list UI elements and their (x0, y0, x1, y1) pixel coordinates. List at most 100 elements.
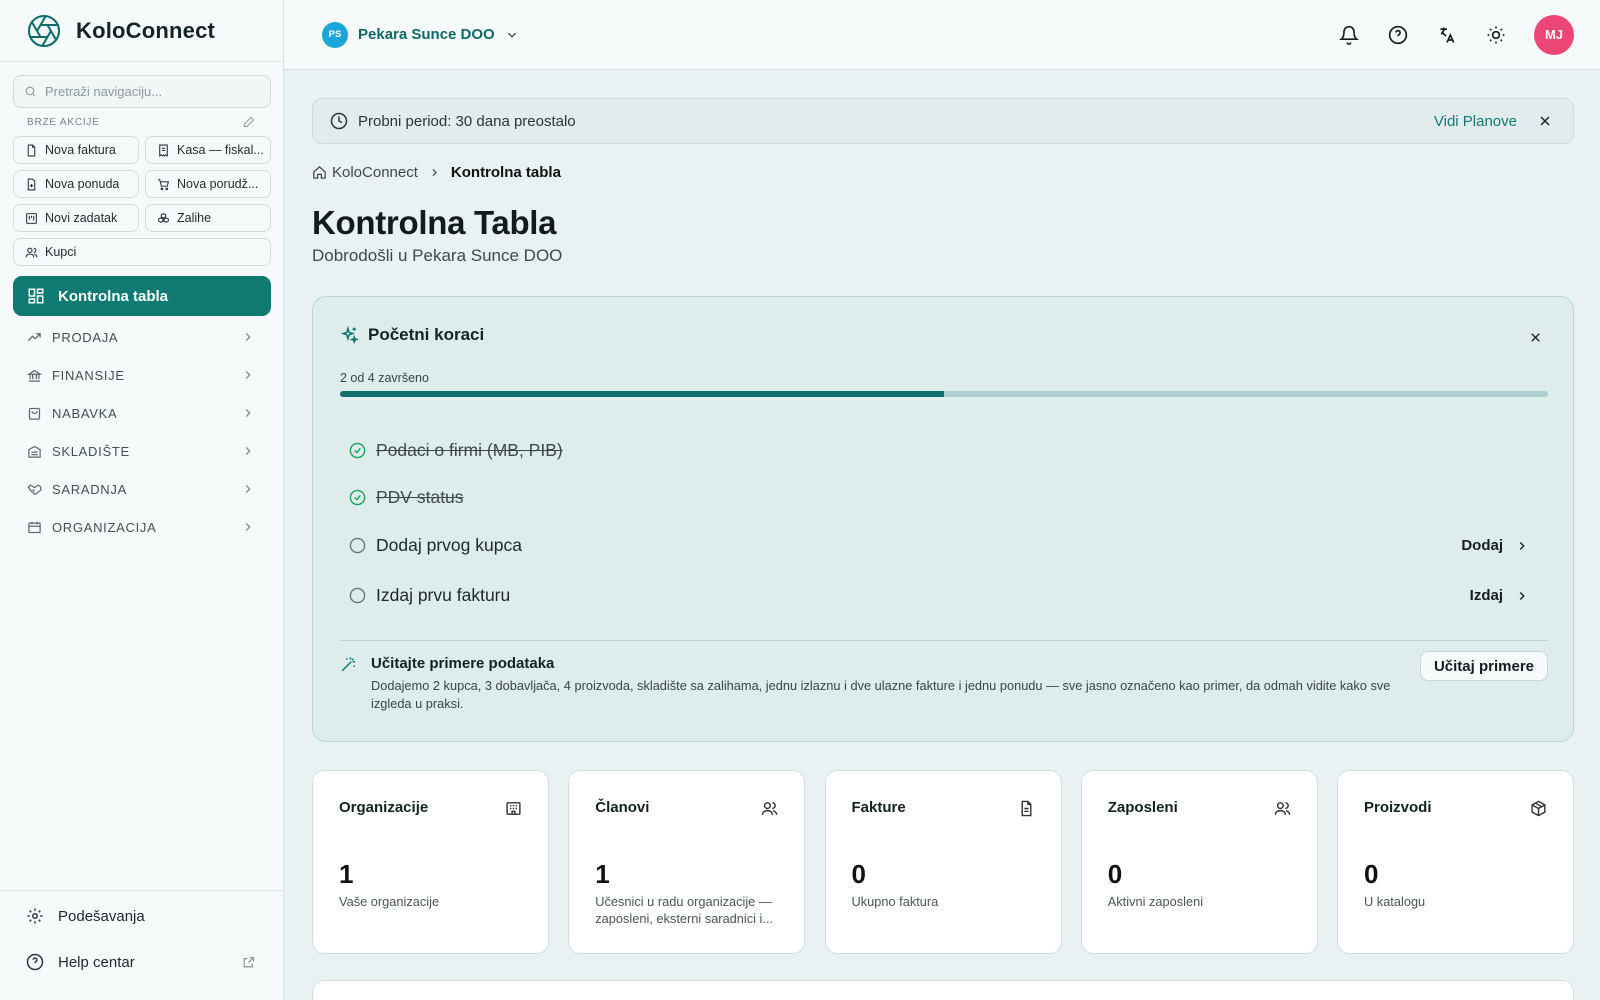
progress-label: 2 od 4 završeno (340, 371, 429, 385)
quick-action-label: Nova faktura (45, 143, 116, 157)
circle-icon (349, 537, 366, 554)
nav-item-dashboard[interactable]: Kontrolna tabla (13, 276, 271, 316)
step-company-data: Podaci o firmi (MB, PIB) (349, 440, 1529, 461)
aperture-logo-icon (27, 14, 61, 47)
quick-action-label: Zalihe (177, 211, 212, 225)
step-add-customer: Dodaj prvog kupca Dodaj (349, 535, 1529, 556)
step-action-label: Izdaj (1469, 587, 1503, 604)
brand[interactable]: KoloConnect (0, 0, 283, 62)
sparkles-icon (340, 325, 359, 344)
users-icon (25, 247, 38, 257)
check-circle-icon (349, 442, 366, 459)
close-icon[interactable] (1528, 330, 1543, 345)
nav-item-skladiste[interactable]: SKLADIŠTE (13, 432, 271, 470)
clock-icon (330, 112, 348, 130)
quick-action-label: Nova ponuda (45, 177, 120, 191)
nav-item-label: SARADNJA (52, 481, 127, 497)
nav-search-input[interactable] (45, 84, 255, 99)
quick-action-new-task[interactable]: Novi zadatak (13, 204, 139, 232)
nav-item-nabavka[interactable]: NABAVKA (13, 394, 271, 432)
chevron-right-icon (245, 371, 251, 379)
handshake-icon (27, 483, 42, 495)
stat-value: 1 (595, 859, 610, 889)
package-icon (1531, 800, 1546, 817)
nav-item-label: ORGANIZACIJA (52, 519, 157, 535)
nav-item-prodaja[interactable]: PRODAJA (13, 318, 271, 356)
breadcrumb: KoloConnect Kontrolna tabla (312, 164, 561, 181)
quick-action-label: Nova porudž... (177, 177, 259, 191)
topbar: PS Pekara Sunce DOO MJ (284, 0, 1600, 70)
help-center-link[interactable]: Help centar (0, 941, 283, 983)
shopping-bag-icon (28, 407, 41, 420)
stat-subtitle: Vaše organizacije (339, 894, 440, 909)
stat-subtitle: U katalogu (1364, 894, 1426, 909)
settings-link[interactable]: Podešavanja (0, 895, 283, 937)
org-name: Pekara Sunce DOO (358, 26, 495, 43)
quick-action-customers[interactable]: Kupci (13, 238, 271, 266)
nav-item-finansije[interactable]: FINANSIJE (13, 356, 271, 394)
quick-actions: Nova faktura Kasa — fiskal... Nova ponud… (13, 136, 271, 266)
quick-action-label: Novi zadatak (45, 211, 118, 225)
pencil-icon[interactable] (243, 116, 255, 128)
chevron-down-icon (507, 32, 516, 38)
stat-title: Proizvodi (1364, 799, 1432, 816)
top-actions: MJ (1310, 14, 1574, 55)
users-icon (761, 802, 778, 815)
stat-card-invoices[interactable]: Fakture 0 Ukupno faktura (824, 770, 1062, 954)
quick-action-pos[interactable]: Kasa — fiskal... (145, 136, 271, 164)
stat-title: Zaposleni (1107, 799, 1178, 816)
step-action-label: Dodaj (1461, 537, 1503, 554)
stat-title: Organizacije (339, 799, 429, 816)
issue-invoice-action[interactable]: Izdaj (1470, 587, 1529, 604)
file-text-icon (1021, 800, 1031, 817)
bell-icon[interactable] (1339, 25, 1359, 45)
nav-search[interactable] (13, 75, 271, 108)
quick-action-new-quote[interactable]: Nova ponuda (13, 170, 139, 198)
stat-card-members[interactable]: Članovi 1 Učesnici u radu organizacije —… (568, 770, 806, 954)
page-title: Kontrolna Tabla (312, 204, 557, 241)
help-center-label: Help centar (58, 953, 135, 971)
quick-action-inventory[interactable]: Zalihe (145, 204, 271, 232)
sun-icon[interactable] (1486, 25, 1506, 45)
stat-value: 1 (339, 859, 354, 889)
step-label: Podaci o firmi (MB, PIB) (376, 440, 563, 460)
step-label: Dodaj prvog kupca (376, 535, 522, 555)
nav-item-label: NABAVKA (52, 405, 118, 421)
step-label: Izdaj prvu fakturu (376, 585, 511, 605)
stat-card-products[interactable]: Proizvodi 0 U katalogu (1337, 770, 1574, 954)
trial-banner: Probni period: 30 dana preostalo Vidi Pl… (312, 98, 1574, 144)
add-customer-action[interactable]: Dodaj (1461, 537, 1529, 554)
kanban-icon (26, 212, 37, 224)
close-icon[interactable] (1537, 113, 1553, 129)
stat-value: 0 (1107, 859, 1123, 889)
gear-icon (27, 908, 43, 924)
view-plans-link[interactable]: Vidi Planove (1434, 113, 1517, 130)
stat-title: Članovi (595, 799, 650, 816)
breadcrumb-root[interactable]: KoloConnect (332, 164, 418, 181)
warehouse-icon (28, 445, 41, 458)
nav-item-organizacija[interactable]: ORGANIZACIJA (13, 508, 271, 546)
quick-action-new-order[interactable]: Nova porudž... (145, 170, 271, 198)
onboarding-card: Početni koraci 2 od 4 završeno Podaci o … (312, 296, 1574, 742)
stat-card-employees[interactable]: Zaposleni 0 Aktivni zaposleni (1080, 770, 1318, 954)
org-selector[interactable]: PS Pekara Sunce DOO (322, 21, 519, 48)
quick-actions-title: BRZE AKCIJE (27, 116, 100, 128)
quick-action-new-invoice[interactable]: Nova faktura (13, 136, 139, 164)
translate-icon[interactable] (1437, 25, 1457, 45)
user-avatar[interactable]: MJ (1534, 14, 1574, 55)
progress-fill (340, 391, 944, 397)
stat-card-organizations[interactable]: Organizacije 1 Vaše organizacije (312, 770, 549, 954)
help-icon[interactable] (1388, 25, 1408, 45)
magic-wand-icon (341, 657, 355, 672)
chevron-right-icon (432, 168, 437, 177)
step-label: PDV status (376, 487, 464, 507)
sample-data-description: Dodajemo 2 kupca, 3 dobavljača, 4 proizv… (371, 678, 1391, 711)
nav-item-saradnja[interactable]: SARADNJA (13, 470, 271, 508)
nav-item-label: Kontrolna tabla (58, 287, 169, 305)
onboarding-title: Početni koraci (368, 325, 485, 344)
step-vat-status: PDV status (349, 487, 1529, 508)
load-samples-button[interactable]: Učitaj primere (1420, 651, 1548, 681)
receipt-icon (159, 144, 168, 157)
home-icon (313, 166, 326, 179)
stat-subtitle: Ukupno faktura (851, 894, 939, 909)
